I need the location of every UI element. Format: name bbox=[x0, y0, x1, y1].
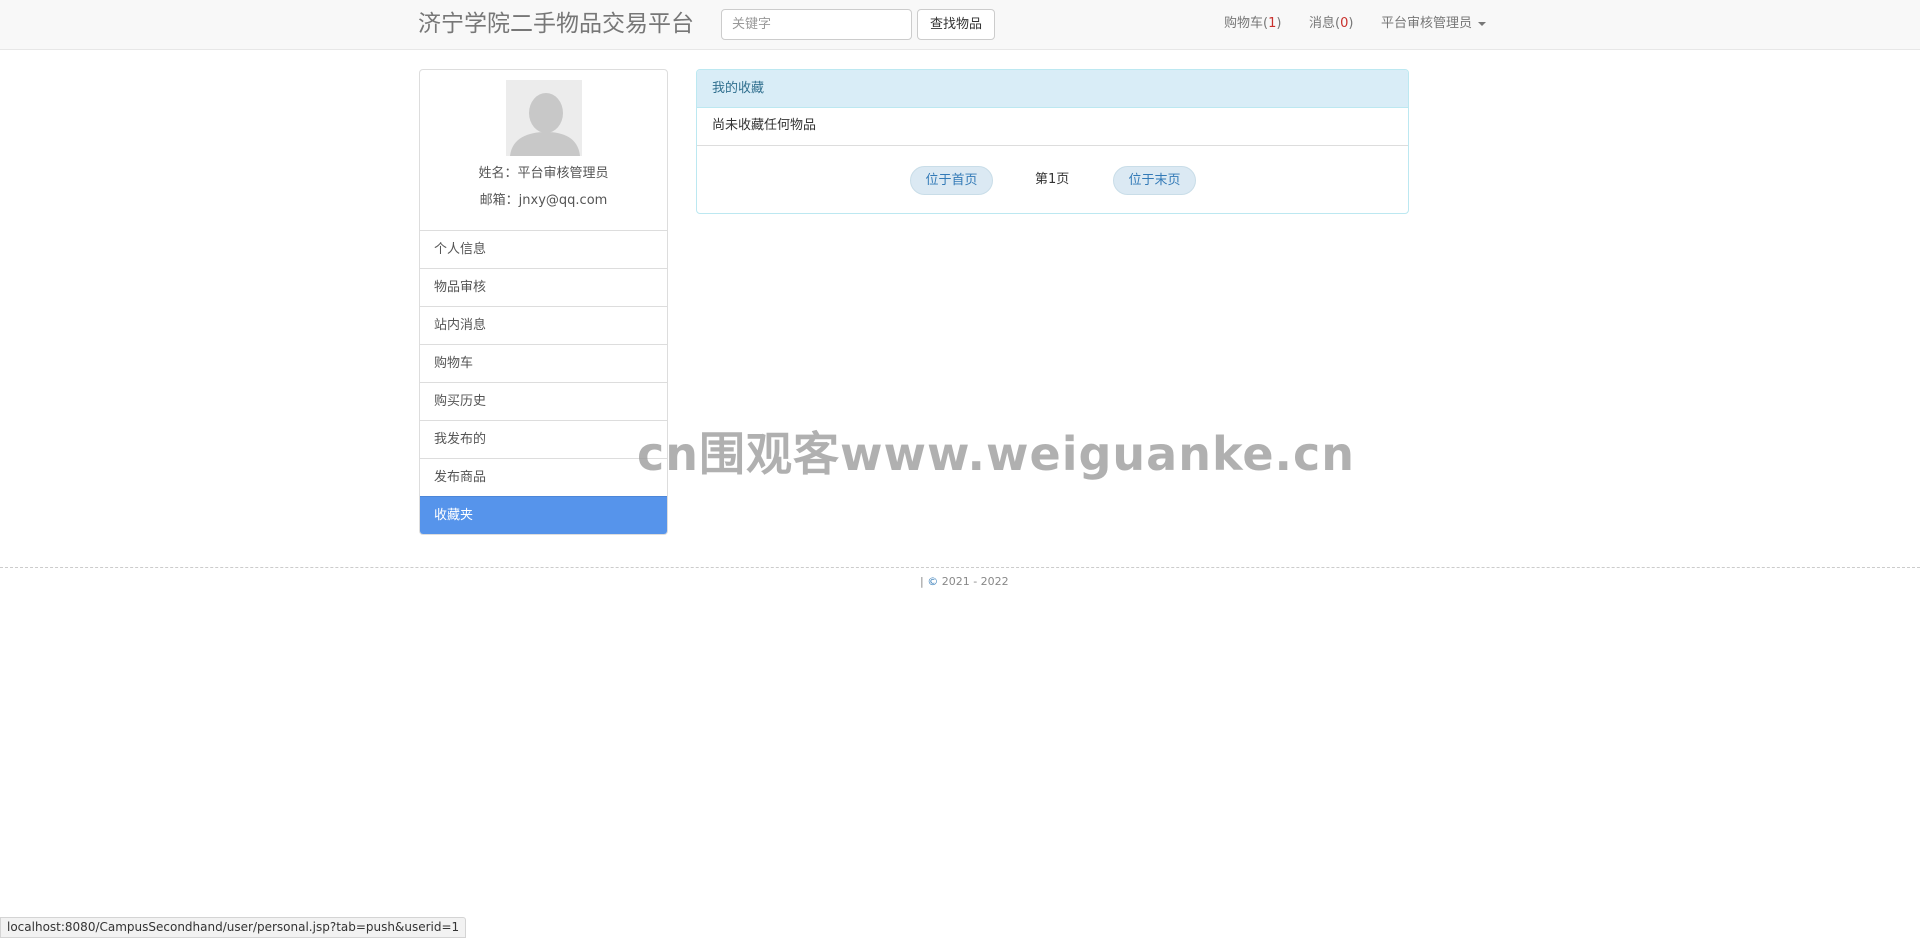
search-input[interactable] bbox=[721, 9, 912, 40]
avatar bbox=[506, 80, 582, 156]
cart-count-badge: 1 bbox=[1268, 16, 1277, 31]
sidebar-item-publish-item[interactable]: 发布商品 bbox=[420, 458, 667, 496]
user-silhouette-icon bbox=[506, 80, 582, 156]
cart-link-label: 购物车 bbox=[1224, 16, 1264, 31]
footer-separator: | bbox=[920, 575, 924, 588]
sidebar-item-item-review[interactable]: 物品审核 bbox=[420, 268, 667, 306]
watermark: cn围观客www.weiguanke.cn bbox=[637, 427, 1356, 481]
sidebar-item-favorites[interactable]: 收藏夹 bbox=[420, 496, 667, 534]
profile-card: 姓名：平台审核管理员 邮箱：jnxy@qq.com bbox=[420, 70, 667, 230]
empty-favorites-message: 尚未收藏任何物品 bbox=[697, 108, 1408, 146]
messages-count-badge: 0 bbox=[1340, 16, 1349, 31]
user-sidebar: 姓名：平台审核管理员 邮箱：jnxy@qq.com 个人信息 物品审核 站内消息… bbox=[419, 69, 668, 535]
messages-link[interactable]: 消息(0) bbox=[1309, 15, 1353, 33]
status-bar-url: localhost:8080/CampusSecondhand/user/per… bbox=[0, 917, 467, 938]
last-page-button[interactable]: 位于末页 bbox=[1113, 166, 1196, 195]
footer-divider bbox=[0, 567, 1920, 568]
page-prefix: 第 bbox=[1035, 172, 1049, 187]
footer-copyright: | © 2021 - 2022 bbox=[920, 575, 1009, 589]
caret-down-icon bbox=[1478, 21, 1487, 26]
messages-link-label: 消息 bbox=[1309, 16, 1336, 31]
sidebar-item-purchase-history[interactable]: 购买历史 bbox=[420, 382, 667, 420]
profile-name: 姓名：平台审核管理员 bbox=[478, 166, 609, 181]
page-suffix: 页 bbox=[1056, 172, 1070, 187]
footer-years: 2021 - 2022 bbox=[941, 575, 1009, 588]
sidebar-item-my-posts[interactable]: 我发布的 bbox=[420, 420, 667, 458]
user-menu-label: 平台审核管理员 bbox=[1381, 16, 1473, 31]
sidebar-item-cart[interactable]: 购物车 bbox=[420, 344, 667, 382]
sidebar-item-personal-info[interactable]: 个人信息 bbox=[420, 230, 667, 268]
search-button[interactable]: 查找物品 bbox=[917, 9, 995, 40]
profile-email: 邮箱：jnxy@qq.com bbox=[479, 193, 608, 208]
cart-link[interactable]: 购物车(1) bbox=[1224, 15, 1281, 33]
panel-title: 我的收藏 bbox=[697, 70, 1408, 108]
site-brand[interactable]: 济宁学院二手物品交易平台 bbox=[418, 9, 694, 39]
favorites-panel: 我的收藏 尚未收藏任何物品 位于首页 第1页 位于末页 bbox=[696, 69, 1409, 214]
sidebar-item-site-messages[interactable]: 站内消息 bbox=[420, 306, 667, 344]
first-page-button[interactable]: 位于首页 bbox=[910, 166, 993, 195]
user-menu-dropdown[interactable]: 平台审核管理员 bbox=[1381, 15, 1487, 33]
top-navbar: 济宁学院二手物品交易平台 查找物品 购物车(1) 消息(0) 平台审核管理员 bbox=[0, 0, 1920, 50]
copyright-icon: © bbox=[927, 575, 939, 588]
page-indicator: 第1页 bbox=[1035, 171, 1069, 189]
